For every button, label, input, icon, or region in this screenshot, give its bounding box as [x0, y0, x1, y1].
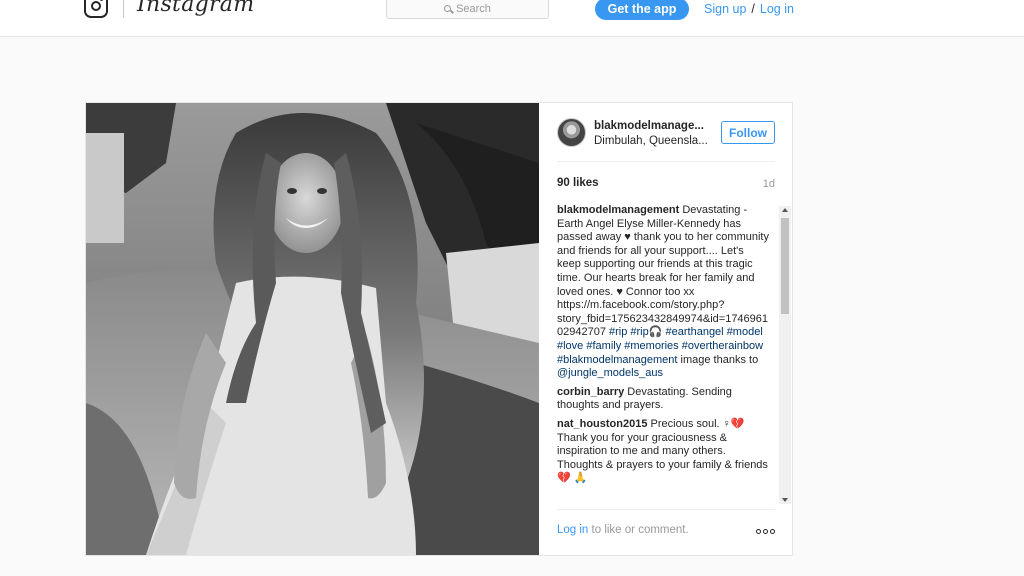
post-header: blakmodelmanage... Dimbulah, Queensla...… — [557, 117, 775, 149]
hashtag[interactable]: #memories — [624, 340, 678, 352]
comment-item: corbin_barry Devastating. Sending though… — [557, 386, 769, 413]
search-input[interactable]: Search — [386, 0, 549, 19]
comment-author[interactable]: nat_houston2015 — [557, 418, 647, 430]
hashtag[interactable]: #family — [586, 340, 621, 352]
post-age: 1d — [762, 178, 775, 190]
likes-count[interactable]: 90 likes — [557, 177, 599, 189]
scroll-up-arrow-icon[interactable] — [782, 208, 788, 212]
instagram-camera-icon[interactable] — [84, 0, 108, 18]
comments-panel[interactable]: blakmodelmanagement Devastating - Earth … — [557, 204, 793, 504]
avatar[interactable] — [557, 118, 586, 147]
divider — [557, 509, 775, 510]
caption-text: Devastating - Earth Angel Elyse Miller-K… — [557, 204, 769, 339]
scrollbar-thumb[interactable] — [781, 218, 789, 314]
login-prompt-text: to like or comment. — [588, 524, 689, 536]
divider — [557, 161, 775, 162]
search-placeholder: Search — [456, 2, 491, 15]
caption: blakmodelmanagement Devastating - Earth … — [557, 204, 769, 381]
get-the-app-button[interactable]: Get the app — [595, 0, 689, 20]
sign-up-link[interactable]: Sign up — [704, 2, 746, 16]
post-photo-image — [86, 103, 539, 555]
follow-button[interactable]: Follow — [721, 121, 775, 144]
post-location[interactable]: Dimbulah, Queensla... — [594, 135, 708, 147]
login-prompt: Log in to like or comment. — [557, 524, 689, 536]
caption-author[interactable]: blakmodelmanagement — [557, 204, 679, 216]
hashtag[interactable]: #blakmodelmanagement — [557, 354, 677, 366]
top-nav: Instagram Search Get the app Sign up / Log… — [0, 0, 1024, 37]
hashtag[interactable]: #model — [727, 326, 763, 338]
comment-author[interactable]: corbin_barry — [557, 386, 624, 398]
post-sidebar: blakmodelmanage... Dimbulah, Queensla...… — [539, 103, 793, 555]
logo-divider — [123, 0, 124, 18]
caption-tail: image thanks to — [677, 353, 759, 366]
search-icon — [444, 5, 452, 12]
hashtag[interactable]: #earthangel — [666, 326, 724, 338]
hashtag[interactable]: #rip — [609, 326, 627, 338]
auth-links: Sign up / Log in — [704, 2, 794, 16]
scroll-down-arrow-icon[interactable] — [782, 498, 788, 502]
more-options-icon[interactable] — [756, 529, 775, 534]
hashtag[interactable]: #overtherainbow — [682, 340, 763, 352]
post-photo[interactable] — [86, 103, 539, 555]
post-card: blakmodelmanage... Dimbulah, Queensla...… — [85, 102, 793, 556]
post-username[interactable]: blakmodelmanage... — [594, 120, 704, 132]
login-link[interactable]: Log in — [557, 524, 588, 536]
auth-separator: / — [751, 2, 755, 16]
hashtag[interactable]: #rip🎧 — [630, 326, 662, 338]
log-in-link[interactable]: Log in — [760, 2, 794, 16]
comments-scrollbar[interactable] — [779, 206, 791, 504]
mention-link[interactable]: @jungle_models_aus — [557, 367, 663, 379]
comment-list: blakmodelmanagement Devastating - Earth … — [557, 204, 769, 486]
comment-item: nat_houston2015 Precious soul. ♀💔 Thank … — [557, 418, 769, 486]
hashtag[interactable]: #love — [557, 340, 583, 352]
instagram-wordmark[interactable]: Instagram — [137, 0, 254, 17]
